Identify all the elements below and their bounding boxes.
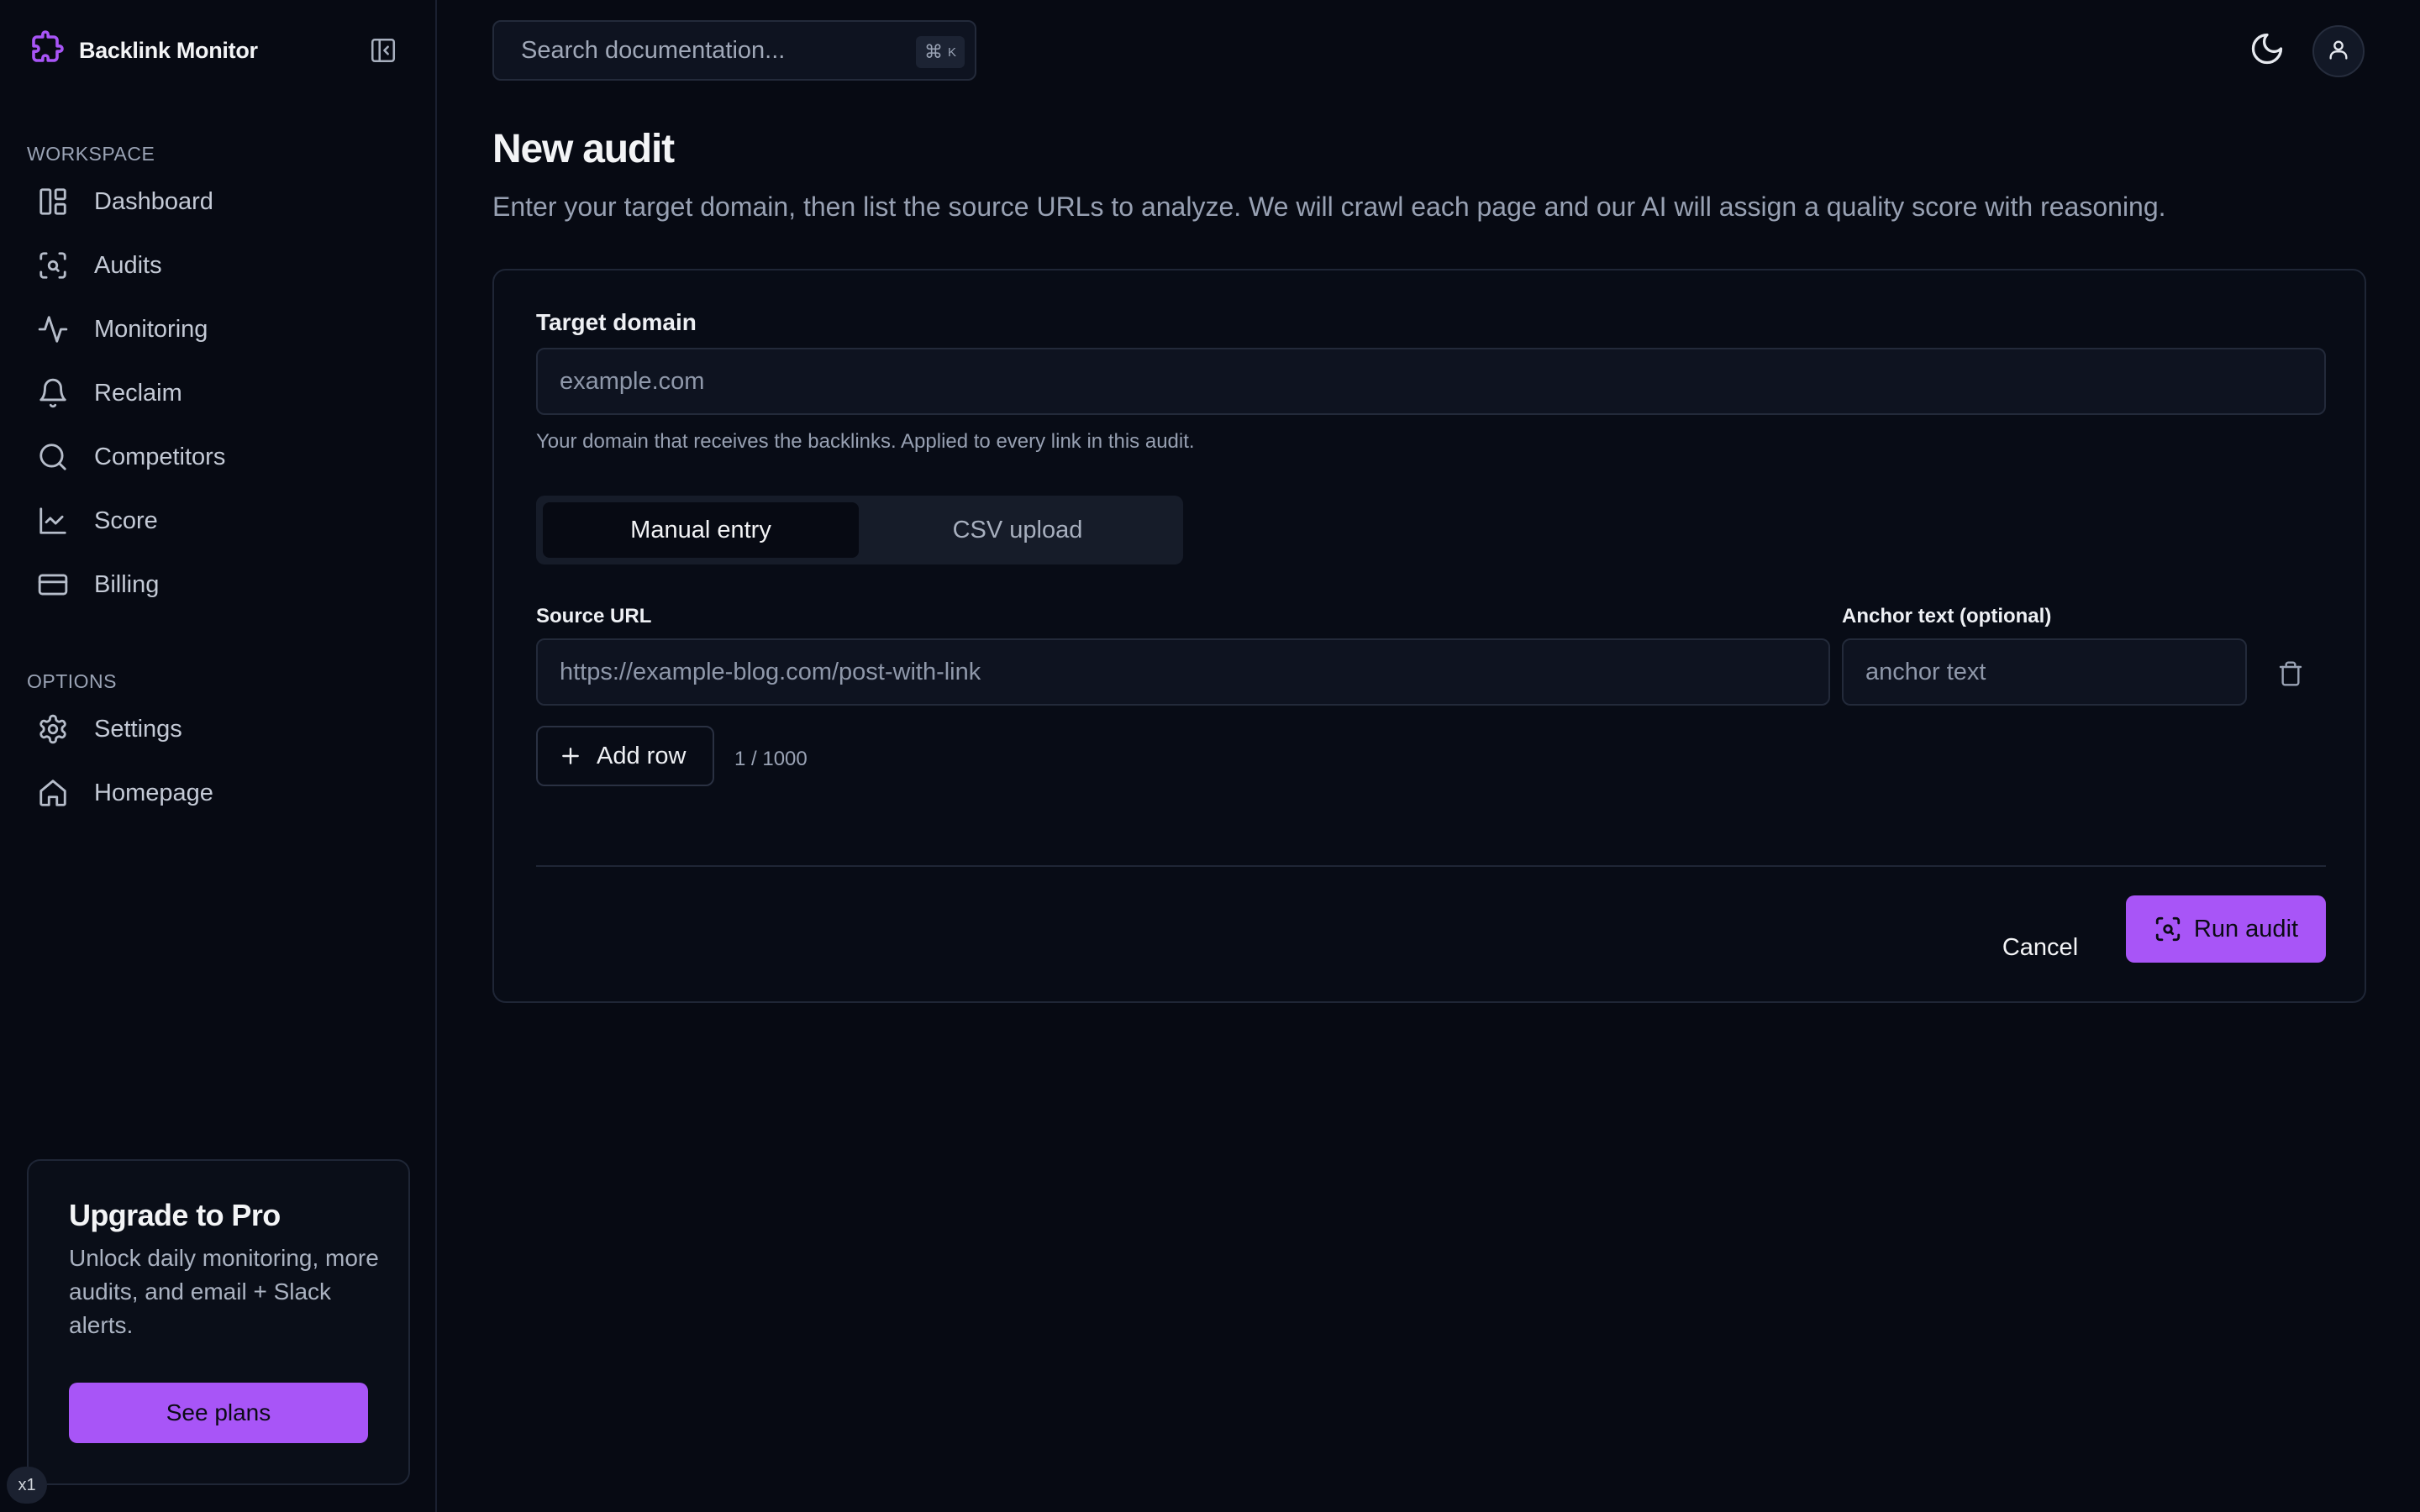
upgrade-card: Upgrade to Pro Unlock daily monitoring, …: [27, 1159, 410, 1485]
sidebar-item-label: Reclaim: [94, 379, 182, 407]
plus-icon: [560, 745, 581, 767]
scan-search-icon: [27, 239, 86, 292]
sidebar: Backlink Monitor WORKSPACE Dashboard Aud…: [0, 0, 437, 1512]
gear-icon: [27, 702, 86, 756]
app-root: Backlink Monitor WORKSPACE Dashboard Aud…: [0, 0, 2420, 1512]
source-url-placeholder: https://example-blog.com/post-with-link: [560, 658, 981, 685]
anchor-text-label: Anchor text (optional): [1842, 605, 2052, 627]
target-domain-placeholder: example.com: [560, 367, 705, 395]
bell-icon: [27, 366, 86, 420]
search-placeholder: Search documentation...: [521, 36, 786, 64]
sidebar-item-label: Settings: [94, 715, 182, 743]
zoom-badge[interactable]: x1: [7, 1467, 47, 1504]
moon-icon: [2249, 30, 2286, 71]
new-audit-form-card: Target domain example.com Your domain th…: [492, 269, 2366, 1003]
sidebar-item-reclaim[interactable]: Reclaim: [27, 366, 410, 420]
cancel-button[interactable]: Cancel: [1990, 914, 2091, 981]
sidebar-item-settings[interactable]: Settings: [27, 702, 410, 756]
home-icon: [27, 766, 86, 820]
sidebar-item-score[interactable]: Score: [27, 494, 410, 548]
run-audit-button[interactable]: Run audit: [2126, 895, 2326, 963]
see-plans-button[interactable]: See plans: [69, 1383, 368, 1443]
source-url-label: Source URL: [536, 605, 652, 627]
form-divider: [536, 865, 2326, 867]
anchor-text-input[interactable]: anchor text: [1842, 638, 2247, 706]
credit-card-icon: [27, 558, 86, 612]
search-input[interactable]: Search documentation... ⌘ K: [492, 20, 976, 81]
target-domain-input[interactable]: example.com: [536, 348, 2326, 415]
dashboard-icon: [27, 175, 86, 228]
user-avatar-button[interactable]: [2312, 25, 2365, 77]
target-domain-hint: Your domain that receives the backlinks.…: [536, 430, 1195, 453]
page-subtitle: Enter your target domain, then list the …: [492, 192, 2166, 222]
add-row-label: Add row: [597, 742, 687, 769]
upgrade-title: Upgrade to Pro: [69, 1198, 281, 1232]
sidebar-item-dashboard[interactable]: Dashboard: [27, 175, 410, 228]
add-row-button[interactable]: Add row: [536, 726, 714, 786]
sidebar-item-label: Homepage: [94, 779, 213, 806]
section-label-workspace: WORKSPACE: [27, 143, 155, 165]
row-counter: 1 / 1000: [734, 748, 808, 770]
trash-icon: [2277, 659, 2304, 692]
tab-manual-entry[interactable]: Manual entry: [543, 502, 859, 558]
sidebar-item-audits[interactable]: Audits: [27, 239, 410, 292]
sidebar-item-label: Billing: [94, 570, 160, 598]
anchor-text-placeholder: anchor text: [1865, 658, 1986, 685]
page-title: New audit: [492, 127, 675, 171]
sidebar-collapse-button[interactable]: [365, 34, 402, 71]
sidebar-item-label: Monitoring: [94, 315, 208, 343]
scan-search-icon: [2154, 915, 2182, 943]
sidebar-item-label: Competitors: [94, 443, 226, 470]
command-key: ⌘: [923, 41, 943, 62]
source-url-input[interactable]: https://example-blog.com/post-with-link: [536, 638, 1830, 706]
shortcut-key: K: [947, 45, 956, 60]
keyboard-shortcut-badge: ⌘ K: [915, 36, 965, 68]
sidebar-item-monitoring[interactable]: Monitoring: [27, 302, 410, 356]
tab-csv-upload[interactable]: CSV upload: [859, 502, 1176, 558]
sidebar-item-label: Score: [94, 507, 158, 534]
line-chart-icon: [27, 494, 86, 548]
delete-row-button[interactable]: [2272, 654, 2309, 697]
section-label-options: OPTIONS: [27, 670, 118, 692]
sidebar-item-label: Dashboard: [94, 187, 213, 215]
sidebar-item-homepage[interactable]: Homepage: [27, 766, 410, 820]
sidebar-item-billing[interactable]: Billing: [27, 558, 410, 612]
upgrade-description: Unlock daily monitoring, more audits, an…: [69, 1245, 379, 1338]
app-name: Backlink Monitor: [79, 37, 258, 63]
brand[interactable]: Backlink Monitor: [27, 29, 258, 72]
target-domain-label: Target domain: [536, 309, 697, 335]
sidebar-item-competitors[interactable]: Competitors: [27, 430, 410, 484]
entry-mode-tabs: Manual entry CSV upload: [536, 496, 1183, 564]
sidebar-collapse-icon: [369, 36, 397, 69]
activity-icon: [27, 302, 86, 356]
user-icon: [2327, 38, 2350, 66]
search-icon: [27, 430, 86, 484]
puzzle-logo-icon: [27, 30, 67, 71]
sidebar-item-label: Audits: [94, 251, 162, 279]
run-audit-label: Run audit: [2193, 915, 2299, 942]
theme-toggle-button[interactable]: [2244, 27, 2291, 74]
